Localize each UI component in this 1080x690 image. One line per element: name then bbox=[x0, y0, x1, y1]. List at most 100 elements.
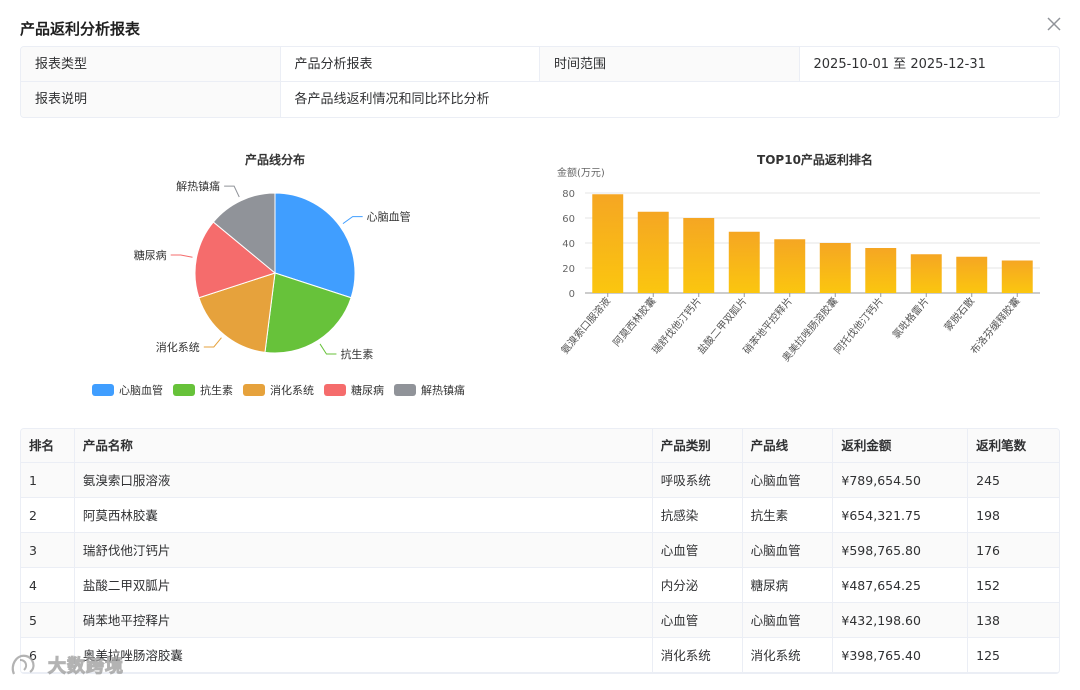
info-row: 报表类型 产品分析报表 时间范围 2025-10-01 至 2025-12-31 bbox=[21, 47, 1059, 82]
product-name-cell: 奥美拉唑肠溶胶囊 bbox=[75, 638, 653, 672]
bar[interactable] bbox=[1001, 260, 1033, 294]
close-icon[interactable] bbox=[1044, 14, 1064, 34]
table-row[interactable]: 2 阿莫西林胶囊 抗感染 抗生素 ¥654,321.75 198 bbox=[21, 498, 1059, 533]
legend-label: 糖尿病 bbox=[351, 384, 384, 397]
pie-label-line bbox=[319, 343, 337, 355]
product-name-cell: 瑞舒伐他汀钙片 bbox=[75, 533, 653, 567]
column-header[interactable]: 排名 bbox=[21, 429, 75, 462]
column-header[interactable]: 返利金额 bbox=[833, 429, 969, 462]
rank-cell: 4 bbox=[21, 568, 75, 602]
y-tick-label: 40 bbox=[562, 239, 575, 250]
category-cell: 消化系统 bbox=[653, 638, 743, 672]
rebate-amount-cell: ¥654,321.75 bbox=[833, 498, 969, 532]
rank-cell: 3 bbox=[21, 533, 75, 567]
legend-item[interactable]: 心脑血管 bbox=[92, 382, 163, 398]
rebate-amount-cell: ¥487,654.25 bbox=[833, 568, 969, 602]
bar[interactable] bbox=[956, 256, 988, 293]
info-label: 报表类型 bbox=[21, 47, 281, 81]
rebate-amount-cell: ¥432,198.60 bbox=[833, 603, 969, 637]
report-info-table: 报表类型 产品分析报表 时间范围 2025-10-01 至 2025-12-31… bbox=[20, 46, 1060, 118]
product-line-cell: 消化系统 bbox=[743, 638, 834, 672]
table-row[interactable]: 3 瑞舒伐他汀钙片 心血管 心脑血管 ¥598,765.80 176 bbox=[21, 533, 1059, 568]
info-value: 产品分析报表 bbox=[281, 47, 540, 81]
bar-chart: 金额(万元)020406080氨溴索口服溶液阿莫西林胶囊瑞舒伐他汀钙片盐酸二甲双… bbox=[557, 166, 1040, 364]
legend-label: 消化系统 bbox=[270, 384, 314, 397]
column-header[interactable]: 产品类别 bbox=[653, 429, 743, 462]
y-tick-label: 0 bbox=[569, 289, 575, 300]
pie-legend: 心脑血管 抗生素 消化系统 糖尿病 解热镇痛 bbox=[92, 382, 465, 398]
product-line-cell: 心脑血管 bbox=[743, 463, 834, 497]
legend-swatch bbox=[92, 384, 114, 396]
legend-swatch bbox=[173, 384, 195, 396]
rebate-ranking-table: 排名 产品名称 产品类别 产品线 返利金额 返利笔数 1 氨溴索口服溶液 呼吸系统心… bbox=[20, 428, 1060, 674]
bar[interactable] bbox=[865, 248, 897, 293]
legend-item[interactable]: 解热镇痛 bbox=[394, 382, 465, 398]
column-header[interactable]: 产品线 bbox=[743, 429, 834, 462]
bar[interactable] bbox=[592, 194, 624, 293]
y-axis-label: 金额(万元) bbox=[557, 166, 605, 179]
product-line-cell: 心脑血管 bbox=[743, 603, 834, 637]
table-row[interactable]: 5 硝苯地平控释片 心血管 心脑血管 ¥432,198.60 138 bbox=[21, 603, 1059, 638]
bar[interactable] bbox=[774, 239, 806, 293]
legend-swatch bbox=[324, 384, 346, 396]
category-cell: 抗感染 bbox=[653, 498, 743, 532]
category-cell: 内分泌 bbox=[653, 568, 743, 602]
table-row[interactable]: 4 盐酸二甲双胍片 内分泌 糖尿病 ¥487,654.25 152 bbox=[21, 568, 1059, 603]
dialog-title: 产品返利分析报表 bbox=[20, 20, 141, 38]
product-name-cell: 盐酸二甲双胍片 bbox=[75, 568, 653, 602]
y-tick-label: 20 bbox=[562, 264, 575, 275]
bar[interactable] bbox=[910, 254, 942, 293]
category-cell: 心血管 bbox=[653, 533, 743, 567]
bar[interactable] bbox=[637, 211, 669, 293]
table-row[interactable]: 6 奥美拉唑肠溶胶囊 消化系统 消化系统 ¥398,765.40 125 bbox=[21, 638, 1059, 673]
rank-cell: 5 bbox=[21, 603, 75, 637]
info-label: 时间范围 bbox=[540, 47, 800, 81]
watermark: 大数跨境 bbox=[8, 650, 124, 680]
column-header[interactable]: 返利笔数 bbox=[968, 429, 1059, 462]
pie-slice-label: 糖尿病 bbox=[134, 248, 167, 262]
legend-item[interactable]: 消化系统 bbox=[243, 382, 314, 398]
rebate-count-cell: 176 bbox=[976, 543, 1001, 558]
product-line-cell: 糖尿病 bbox=[743, 568, 834, 602]
rank-cell: 1 bbox=[21, 463, 75, 497]
category-cell: 心血管 bbox=[653, 603, 743, 637]
rebate-count-cell: 125 bbox=[976, 648, 1001, 663]
brand-logo-icon bbox=[11, 654, 35, 675]
pie-label-line bbox=[342, 216, 363, 225]
legend-item[interactable]: 抗生素 bbox=[173, 382, 233, 398]
legend-label: 解热镇痛 bbox=[421, 384, 465, 397]
rebate-amount-cell: ¥789,654.50 bbox=[833, 463, 969, 497]
pie-slice-label: 心脑血管 bbox=[367, 210, 411, 224]
legend-label: 抗生素 bbox=[200, 384, 233, 397]
product-name-cell: 氨溴索口服溶液 bbox=[75, 463, 653, 497]
column-header[interactable]: 产品名称 bbox=[75, 429, 653, 462]
bar[interactable] bbox=[728, 231, 760, 293]
pie-chart: 心脑血管抗生素 消化系统 糖尿病 解热镇痛 bbox=[134, 179, 411, 361]
table-header-row: 排名 产品名称 产品类别 产品线 返利金额 返利笔数 bbox=[21, 429, 1059, 463]
rebate-count-cell: 198 bbox=[976, 508, 1001, 523]
product-line-cell: 抗生素 bbox=[743, 498, 834, 532]
rebate-count-cell: 138 bbox=[976, 613, 1001, 628]
legend-swatch bbox=[243, 384, 265, 396]
legend-item[interactable]: 糖尿病 bbox=[324, 382, 384, 398]
pie-slice-label: 消化系统 bbox=[156, 340, 200, 354]
table-row[interactable]: 1 氨溴索口服溶液 呼吸系统 心脑血管 ¥789,654.50 245 bbox=[21, 463, 1059, 498]
info-value: 2025-10-01 至 2025-12-31 bbox=[813, 57, 986, 72]
rebate-count-cell: 152 bbox=[976, 578, 1001, 593]
y-tick-label: 80 bbox=[562, 189, 575, 200]
product-name-cell: 阿莫西林胶囊 bbox=[75, 498, 653, 532]
pie-slice-label: 抗生素 bbox=[340, 347, 373, 361]
bar[interactable] bbox=[819, 243, 851, 293]
legend-swatch bbox=[394, 384, 416, 396]
info-label: 报表说明 bbox=[21, 82, 281, 117]
rebate-count-cell: 245 bbox=[976, 473, 1001, 488]
rebate-amount-cell: ¥398,765.40 bbox=[833, 638, 969, 672]
x-tick-label: 蒙脱石散 bbox=[941, 295, 977, 334]
bar[interactable] bbox=[683, 218, 715, 293]
x-tick-label: 阿莫西林胶囊 bbox=[610, 295, 659, 349]
info-row: 报表说明 各产品线返利情况和同比环比分析 bbox=[21, 82, 1059, 117]
pie-label-line bbox=[170, 254, 193, 258]
y-tick-label: 60 bbox=[562, 214, 575, 225]
product-line-cell: 心脑血管 bbox=[743, 533, 834, 567]
watermark-text: 大数跨境 bbox=[48, 656, 124, 678]
